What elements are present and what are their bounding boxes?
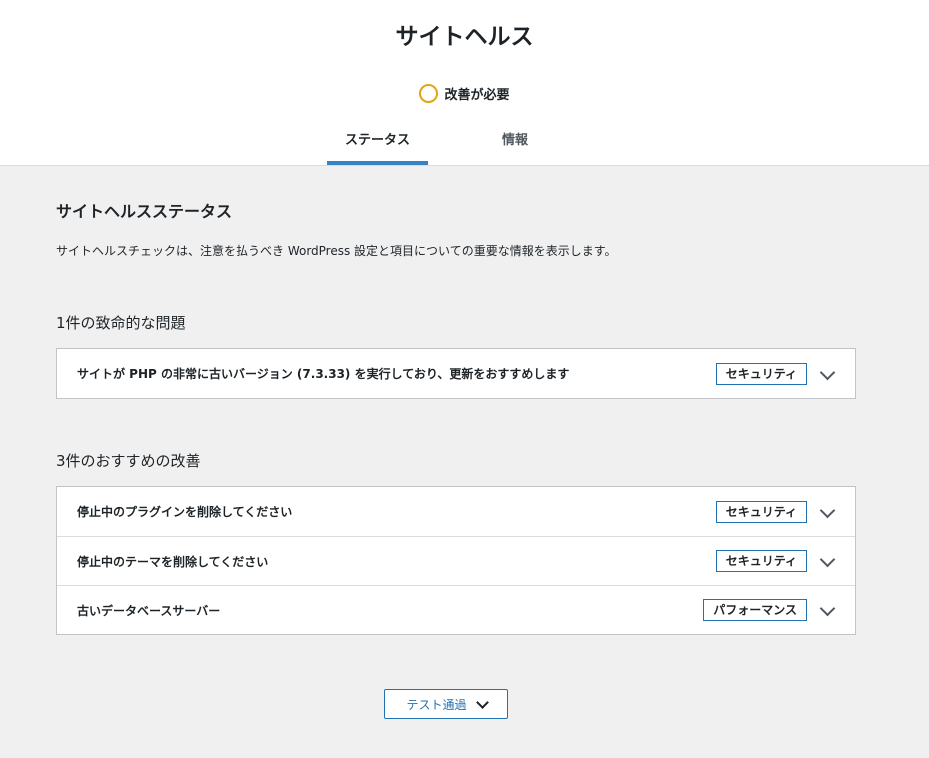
recommended-issue-list: 停止中のプラグインを削除してください セキュリティ 停止中のテーマを削除してくだ… — [56, 486, 856, 635]
chevron-down-icon[interactable] — [819, 602, 835, 618]
main-content: サイトヘルスステータス サイトヘルスチェックは、注意を払うべき WordPres… — [0, 166, 929, 719]
health-status: 改善が必要 — [0, 81, 929, 105]
passed-tests-wrap: テスト通過 — [56, 689, 856, 719]
issue-label: 停止中のプラグインを削除してください — [77, 505, 293, 519]
health-status-label: 改善が必要 — [444, 87, 510, 103]
tab-info[interactable]: 情報 — [428, 123, 602, 165]
tab-bar: ステータス 情報 — [0, 123, 929, 165]
issue-badge: パフォーマンス — [703, 599, 807, 621]
critical-issues-title: 1件の致命的な問題 — [56, 314, 186, 332]
issue-row[interactable]: サイトが PHP の非常に古いバージョン (7.3.33) を実行しており、更新… — [57, 349, 855, 398]
issue-label: サイトが PHP の非常に古いバージョン (7.3.33) を実行しており、更新… — [77, 367, 570, 381]
issue-row[interactable]: 古いデータベースサーバー パフォーマンス — [57, 585, 855, 634]
status-section-description: サイトヘルスチェックは、注意を払うべき WordPress 設定と項目についての… — [56, 244, 617, 258]
passed-tests-label: テスト通過 — [406, 697, 467, 712]
page-header: サイトヘルス 改善が必要 ステータス 情報 — [0, 0, 929, 166]
issue-badge: セキュリティ — [715, 500, 807, 523]
issue-badge: セキュリティ — [715, 362, 807, 385]
chevron-down-icon[interactable] — [819, 366, 835, 382]
status-section-title: サイトヘルスステータス — [56, 202, 233, 221]
issue-badge: セキュリティ — [715, 550, 807, 572]
passed-tests-button[interactable]: テスト通過 — [384, 689, 508, 719]
recommended-issues-title: 3件のおすすめの改善 — [56, 452, 201, 470]
critical-issue-list: サイトが PHP の非常に古いバージョン (7.3.33) を実行しており、更新… — [56, 348, 856, 399]
issue-row[interactable]: 停止中のプラグインを削除してください セキュリティ — [57, 487, 855, 536]
chevron-down-icon[interactable] — [819, 553, 835, 569]
issue-label: 停止中のテーマを削除してください — [77, 554, 269, 569]
issue-row[interactable]: 停止中のテーマを削除してください セキュリティ — [57, 536, 855, 585]
issue-label: 古いデータベースサーバー — [77, 603, 221, 618]
chevron-down-icon — [475, 697, 489, 711]
status-circle-icon — [419, 83, 439, 103]
tab-status[interactable]: ステータス — [327, 123, 428, 165]
page-title: サイトヘルス — [395, 24, 534, 50]
chevron-down-icon[interactable] — [819, 504, 835, 520]
